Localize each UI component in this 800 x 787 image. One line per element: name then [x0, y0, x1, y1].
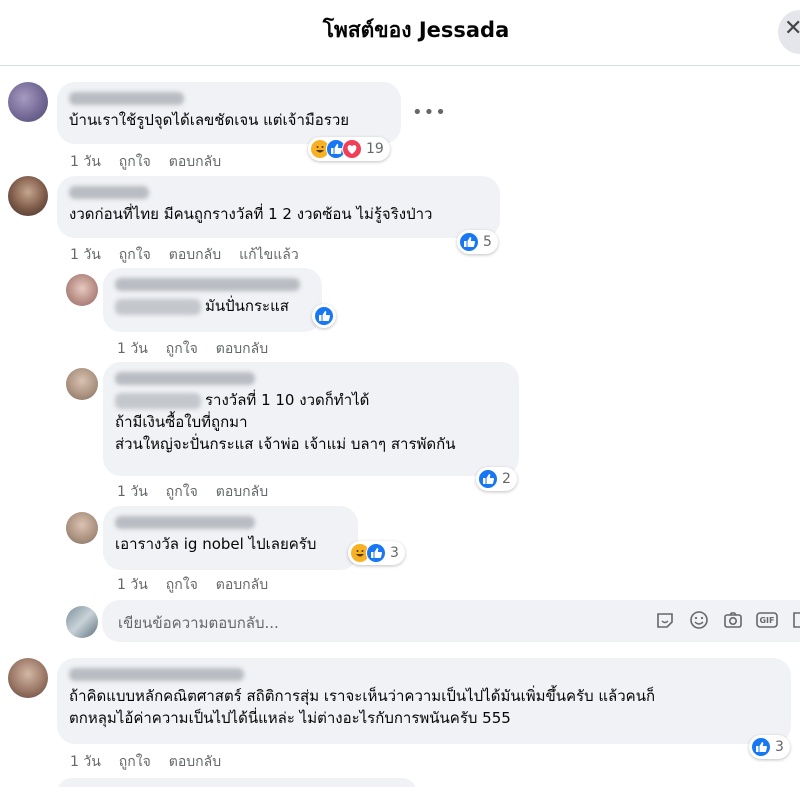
gif-icon[interactable]: GIF: [756, 610, 778, 632]
comment-bubble: งวดก่อนที่ไทย มีคนถูกรางวัลที่ 1 2 งวดซ้…: [57, 176, 500, 238]
avatar[interactable]: [66, 274, 98, 306]
reaction-count: 19: [366, 141, 384, 157]
sticker-icon[interactable]: [654, 610, 676, 632]
like-link[interactable]: ถูกใจ: [166, 577, 198, 593]
avatar[interactable]: [8, 176, 48, 216]
page-title: โพสต์ของ Jessada: [322, 18, 510, 42]
like-icon: [478, 469, 498, 489]
love-icon: [342, 139, 362, 159]
edited-label[interactable]: แก้ไขแล้ว: [239, 247, 299, 263]
reaction-count: 5: [483, 234, 492, 250]
reply-placeholder: เขียนข้อความตอบกลับ...: [118, 614, 279, 632]
reaction-summary[interactable]: 19: [308, 137, 390, 161]
sticker-icon[interactable]: [790, 610, 800, 632]
comment-text-line: ตกหลุมไอ้ค่าความเป็นไปได้นี่แหล่ะ ไม่ต่า…: [69, 709, 511, 727]
reaction-summary[interactable]: 3: [348, 541, 405, 565]
reply-link[interactable]: ตอบกลับ: [169, 754, 221, 770]
comment-text-line: ส่วนใหญ่จะปั่นกระแส เจ้าพ่อ เจ้าแม่ บลาๆ…: [115, 435, 456, 453]
reply-link[interactable]: ตอบกลับ: [216, 484, 268, 500]
reaction-count: 2: [502, 471, 511, 487]
like-link[interactable]: ถูกใจ: [166, 484, 198, 500]
comment-time[interactable]: 1 วัน: [70, 754, 101, 770]
like-link[interactable]: ถูกใจ: [119, 247, 151, 263]
comment-actions: 1 วัน ถูกใจ ตอบกลับ: [70, 151, 239, 173]
avatar[interactable]: [8, 82, 48, 122]
comment-time[interactable]: 1 วัน: [117, 484, 148, 500]
reaction-summary[interactable]: 5: [457, 230, 498, 254]
comment-text-line: ถ้ามีเงินซื้อใบที่ถูกมา: [115, 413, 248, 431]
comment-bubble: บ้านเราใช้รูปจุดได้เลขชัดเจน แต่เจ้ามือร…: [57, 82, 401, 144]
avatar[interactable]: [8, 658, 48, 698]
close-icon: ✕: [784, 16, 800, 41]
emoji-icon[interactable]: [688, 610, 710, 632]
avatar[interactable]: [66, 368, 98, 400]
comment-bubble: มันปั่นกระแส: [103, 268, 322, 332]
comment-time[interactable]: 1 วัน: [117, 341, 148, 357]
like-icon: [751, 737, 771, 757]
reply-link[interactable]: ตอบกลับ: [216, 577, 268, 593]
comment-actions: 1 วัน ถูกใจ ตอบกลับ แก้ไขแล้ว: [70, 244, 317, 266]
reaction-count: 3: [390, 545, 399, 561]
author-name[interactable]: [69, 668, 244, 681]
comment-actions: 1 วัน ถูกใจ ตอบกลับ: [117, 481, 286, 503]
comment-actions: 1 วัน ถูกใจ ตอบกลับ: [117, 338, 286, 360]
tagged-user[interactable]: [115, 392, 201, 409]
comment-text: งวดก่อนที่ไทย มีคนถูกรางวัลที่ 1 2 งวดซ้…: [69, 205, 433, 223]
dialog-header: โพสต์ของ Jessada ✕: [0, 0, 800, 66]
reaction-summary[interactable]: 2: [476, 467, 517, 491]
comment-time[interactable]: 1 วัน: [70, 247, 101, 263]
comment-bubble: ถ้าคิดแบบหลักคณิตศาสตร์ สถิติการสุ่ม เรา…: [57, 658, 791, 744]
avatar[interactable]: [66, 512, 98, 544]
like-icon: [314, 306, 334, 326]
gif-label: GIF: [759, 616, 775, 625]
author-name[interactable]: [69, 92, 184, 105]
more-icon[interactable]: •••: [412, 102, 447, 123]
comment-actions: 1 วัน ถูกใจ ตอบกลับ: [117, 574, 286, 596]
like-link[interactable]: ถูกใจ: [166, 341, 198, 357]
comment-text: บ้านเราใช้รูปจุดได้เลขชัดเจน แต่เจ้ามือร…: [69, 111, 350, 129]
author-name[interactable]: [69, 186, 149, 199]
comment-bubble: เอารางวัล ig nobel ไปเลยครับ: [103, 506, 358, 570]
tagged-user[interactable]: [115, 298, 201, 315]
comment-text: มันปั่นกระแส: [205, 297, 289, 315]
like-link[interactable]: ถูกใจ: [119, 154, 151, 170]
comment-bubble: [57, 778, 417, 787]
reply-link[interactable]: ตอบกลับ: [216, 341, 268, 357]
reaction-count: 3: [775, 739, 784, 755]
like-link[interactable]: ถูกใจ: [119, 754, 151, 770]
comment-actions: 1 วัน ถูกใจ ตอบกลับ: [70, 751, 239, 773]
like-icon: [366, 543, 386, 563]
comment-text-line: ถ้าคิดแบบหลักคณิตศาสตร์ สถิติการสุ่ม เรา…: [69, 687, 656, 705]
reaction-summary[interactable]: 3: [749, 735, 790, 759]
comment-text: เอารางวัล ig nobel ไปเลยครับ: [115, 535, 317, 553]
author-name[interactable]: [115, 516, 255, 529]
comment-bubble: รางวัลที่ 1 10 งวดก็ทำได้ ถ้ามีเงินซื้อใ…: [103, 362, 519, 476]
author-name[interactable]: [115, 278, 300, 291]
like-icon: [459, 232, 479, 252]
reply-link[interactable]: ตอบกลับ: [169, 154, 221, 170]
my-avatar: [66, 606, 98, 638]
comment-time[interactable]: 1 วัน: [117, 577, 148, 593]
reply-link[interactable]: ตอบกลับ: [169, 247, 221, 263]
comment-time[interactable]: 1 วัน: [70, 154, 101, 170]
reaction-summary[interactable]: [312, 304, 336, 328]
reply-input[interactable]: เขียนข้อความตอบกลับ... GIF: [102, 600, 800, 642]
author-name[interactable]: [115, 372, 255, 385]
camera-icon[interactable]: [722, 610, 744, 632]
comment-text-line: รางวัลที่ 1 10 งวดก็ทำได้: [205, 391, 370, 409]
